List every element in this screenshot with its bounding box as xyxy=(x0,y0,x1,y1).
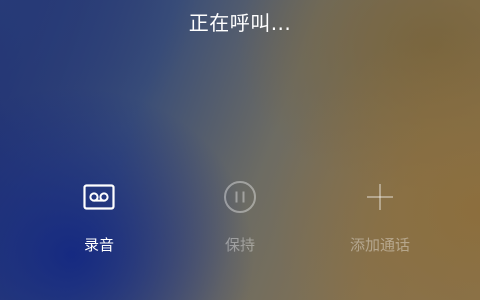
add-call-label: 添加通话 xyxy=(349,236,410,254)
hold-button[interactable]: 保持 xyxy=(190,178,290,254)
pause-circle-icon xyxy=(224,181,256,213)
voicemail-icon xyxy=(83,184,115,210)
record-button[interactable]: 录音 xyxy=(49,178,149,254)
record-label: 录音 xyxy=(83,236,114,254)
hold-label: 保持 xyxy=(224,236,255,254)
call-background xyxy=(0,0,480,300)
add-call-button[interactable]: 添加通话 xyxy=(330,178,430,254)
call-status-title: 正在呼叫... xyxy=(188,11,292,35)
plus-icon xyxy=(367,184,393,210)
